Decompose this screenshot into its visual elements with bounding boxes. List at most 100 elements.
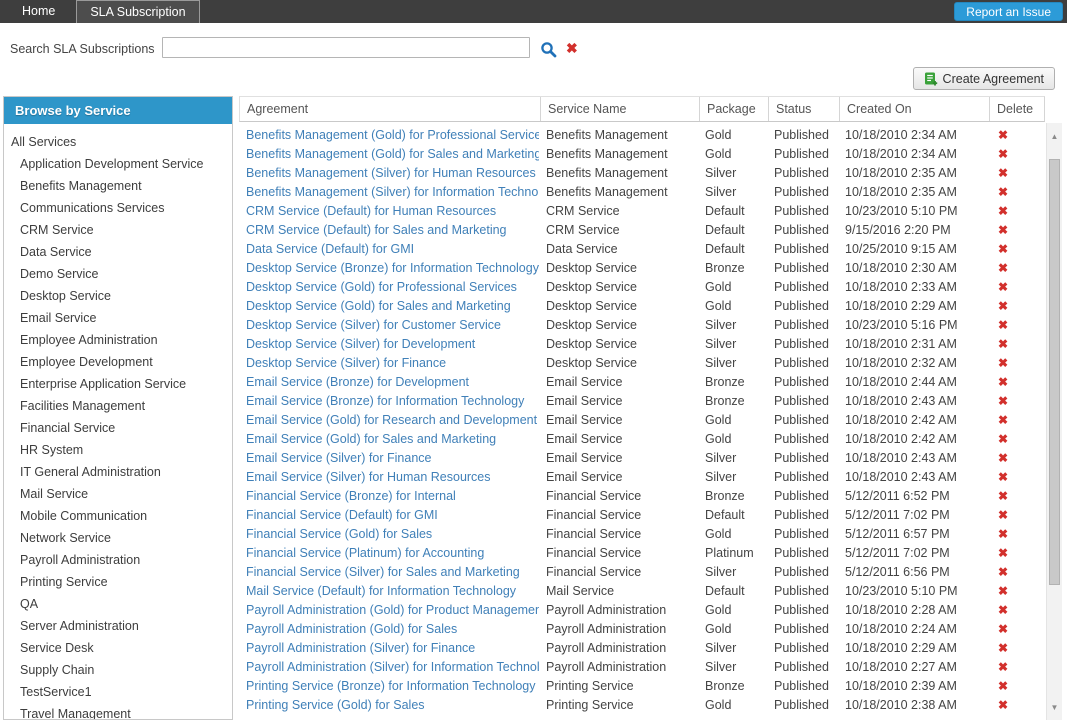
delete-icon[interactable]: ✖: [998, 546, 1008, 560]
delete-icon[interactable]: ✖: [998, 318, 1008, 332]
delete-icon[interactable]: ✖: [998, 489, 1008, 503]
agreement-link[interactable]: Desktop Service (Silver) for Customer Se…: [239, 316, 539, 335]
clear-search-icon[interactable]: ✖: [566, 40, 578, 57]
agreement-link[interactable]: Email Service (Gold) for Sales and Marke…: [239, 430, 539, 449]
delete-icon[interactable]: ✖: [998, 698, 1008, 712]
create-agreement-button[interactable]: Create Agreement: [913, 67, 1055, 90]
delete-icon[interactable]: ✖: [998, 641, 1008, 655]
delete-icon[interactable]: ✖: [998, 394, 1008, 408]
sidebar-item-desktop-service[interactable]: Desktop Service: [4, 285, 232, 307]
sidebar-item-benefits-management[interactable]: Benefits Management: [4, 175, 232, 197]
column-header-delete[interactable]: Delete: [989, 97, 1045, 121]
search-icon[interactable]: [540, 41, 557, 58]
scroll-down-icon[interactable]: ▼: [1047, 703, 1062, 713]
agreement-link[interactable]: Financial Service (Gold) for Sales: [239, 525, 539, 544]
sidebar-item-qa[interactable]: QA: [4, 593, 232, 615]
agreement-link[interactable]: Desktop Service (Silver) for Development: [239, 335, 539, 354]
delete-icon[interactable]: ✖: [998, 299, 1008, 313]
sidebar-item-financial-service[interactable]: Financial Service: [4, 417, 232, 439]
agreement-link[interactable]: Financial Service (Bronze) for Internal: [239, 487, 539, 506]
column-header-agreement[interactable]: Agreement: [240, 97, 540, 121]
sidebar-item-communications-services[interactable]: Communications Services: [4, 197, 232, 219]
delete-icon[interactable]: ✖: [998, 147, 1008, 161]
sidebar-item-testservice1[interactable]: TestService1: [4, 681, 232, 703]
delete-icon[interactable]: ✖: [998, 242, 1008, 256]
delete-icon[interactable]: ✖: [998, 432, 1008, 446]
agreement-link[interactable]: Printing Service (Bronze) for Informatio…: [239, 677, 539, 696]
agreement-link[interactable]: Financial Service (Platinum) for Account…: [239, 544, 539, 563]
delete-icon[interactable]: ✖: [998, 128, 1008, 142]
report-issue-button[interactable]: Report an Issue: [954, 2, 1063, 21]
sidebar-item-printing-service[interactable]: Printing Service: [4, 571, 232, 593]
delete-icon[interactable]: ✖: [998, 337, 1008, 351]
sidebar-item-application-development-service[interactable]: Application Development Service: [4, 153, 232, 175]
sidebar-item-facilities-management[interactable]: Facilities Management: [4, 395, 232, 417]
agreement-link[interactable]: Payroll Administration (Gold) for Sales: [239, 620, 539, 639]
agreement-link[interactable]: Mail Service (Default) for Information T…: [239, 582, 539, 601]
delete-icon[interactable]: ✖: [998, 451, 1008, 465]
agreement-link[interactable]: Email Service (Silver) for Finance: [239, 449, 539, 468]
agreement-link[interactable]: Email Service (Silver) for Human Resourc…: [239, 468, 539, 487]
delete-icon[interactable]: ✖: [998, 261, 1008, 275]
sidebar-item-enterprise-application-service[interactable]: Enterprise Application Service: [4, 373, 232, 395]
column-header-created-on[interactable]: Created On: [839, 97, 989, 121]
agreement-link[interactable]: Benefits Management (Gold) for Professio…: [239, 126, 539, 145]
agreement-link[interactable]: Printing Service (Gold) for Sales: [239, 696, 539, 715]
sidebar-item-mobile-communication[interactable]: Mobile Communication: [4, 505, 232, 527]
delete-icon[interactable]: ✖: [998, 679, 1008, 693]
sidebar-item-demo-service[interactable]: Demo Service: [4, 263, 232, 285]
agreement-link[interactable]: CRM Service (Default) for Sales and Mark…: [239, 221, 539, 240]
tab-home[interactable]: Home: [9, 0, 68, 23]
agreement-link[interactable]: Payroll Administration (Silver) for Info…: [239, 658, 539, 677]
agreement-link[interactable]: CRM Service (Default) for Human Resource…: [239, 202, 539, 221]
agreement-link[interactable]: Payroll Administration (Gold) for Produc…: [239, 601, 539, 620]
delete-icon[interactable]: ✖: [998, 413, 1008, 427]
delete-icon[interactable]: ✖: [998, 166, 1008, 180]
column-header-service-name[interactable]: Service Name: [540, 97, 699, 121]
delete-icon[interactable]: ✖: [998, 565, 1008, 579]
delete-icon[interactable]: ✖: [998, 660, 1008, 674]
search-input[interactable]: [162, 37, 530, 58]
agreement-link[interactable]: Email Service (Bronze) for Information T…: [239, 392, 539, 411]
delete-icon[interactable]: ✖: [998, 622, 1008, 636]
column-header-package[interactable]: Package: [699, 97, 768, 121]
sidebar-item-supply-chain[interactable]: Supply Chain: [4, 659, 232, 681]
sidebar-item-employee-administration[interactable]: Employee Administration: [4, 329, 232, 351]
delete-icon[interactable]: ✖: [998, 204, 1008, 218]
sidebar-item-payroll-administration[interactable]: Payroll Administration: [4, 549, 232, 571]
agreement-link[interactable]: Desktop Service (Bronze) for Information…: [239, 259, 539, 278]
delete-icon[interactable]: ✖: [998, 527, 1008, 541]
delete-icon[interactable]: ✖: [998, 223, 1008, 237]
agreement-link[interactable]: Data Service (Default) for GMI: [239, 240, 539, 259]
scrollbar-thumb[interactable]: [1049, 159, 1060, 585]
sidebar-item-server-administration[interactable]: Server Administration: [4, 615, 232, 637]
agreement-link[interactable]: Desktop Service (Silver) for Finance: [239, 354, 539, 373]
sidebar-item-data-service[interactable]: Data Service: [4, 241, 232, 263]
delete-icon[interactable]: ✖: [998, 470, 1008, 484]
agreement-link[interactable]: Financial Service (Default) for GMI: [239, 506, 539, 525]
agreement-link[interactable]: Desktop Service (Gold) for Professional …: [239, 278, 539, 297]
sidebar-item-crm-service[interactable]: CRM Service: [4, 219, 232, 241]
delete-icon[interactable]: ✖: [998, 280, 1008, 294]
delete-icon[interactable]: ✖: [998, 508, 1008, 522]
tab-sla-subscription[interactable]: SLA Subscription: [76, 0, 199, 23]
delete-icon[interactable]: ✖: [998, 603, 1008, 617]
sidebar-item-mail-service[interactable]: Mail Service: [4, 483, 232, 505]
sidebar-item-travel-management[interactable]: Travel Management: [4, 703, 232, 720]
agreement-link[interactable]: Desktop Service (Gold) for Sales and Mar…: [239, 297, 539, 316]
sidebar-item-service-desk[interactable]: Service Desk: [4, 637, 232, 659]
sidebar-item-all-services[interactable]: All Services: [4, 131, 232, 153]
agreement-link[interactable]: Email Service (Gold) for Research and De…: [239, 411, 539, 430]
delete-icon[interactable]: ✖: [998, 375, 1008, 389]
sidebar-item-network-service[interactable]: Network Service: [4, 527, 232, 549]
delete-icon[interactable]: ✖: [998, 356, 1008, 370]
column-header-status[interactable]: Status: [768, 97, 839, 121]
scroll-up-icon[interactable]: ▲: [1047, 132, 1062, 142]
agreement-link[interactable]: Benefits Management (Gold) for Sales and…: [239, 145, 539, 164]
delete-icon[interactable]: ✖: [998, 185, 1008, 199]
vertical-scrollbar[interactable]: ▲ ▼: [1046, 123, 1062, 720]
agreement-link[interactable]: Payroll Administration (Silver) for Fina…: [239, 639, 539, 658]
agreement-link[interactable]: Benefits Management (Silver) for Human R…: [239, 164, 539, 183]
agreement-link[interactable]: Financial Service (Silver) for Sales and…: [239, 563, 539, 582]
agreement-link[interactable]: Benefits Management (Silver) for Informa…: [239, 183, 539, 202]
